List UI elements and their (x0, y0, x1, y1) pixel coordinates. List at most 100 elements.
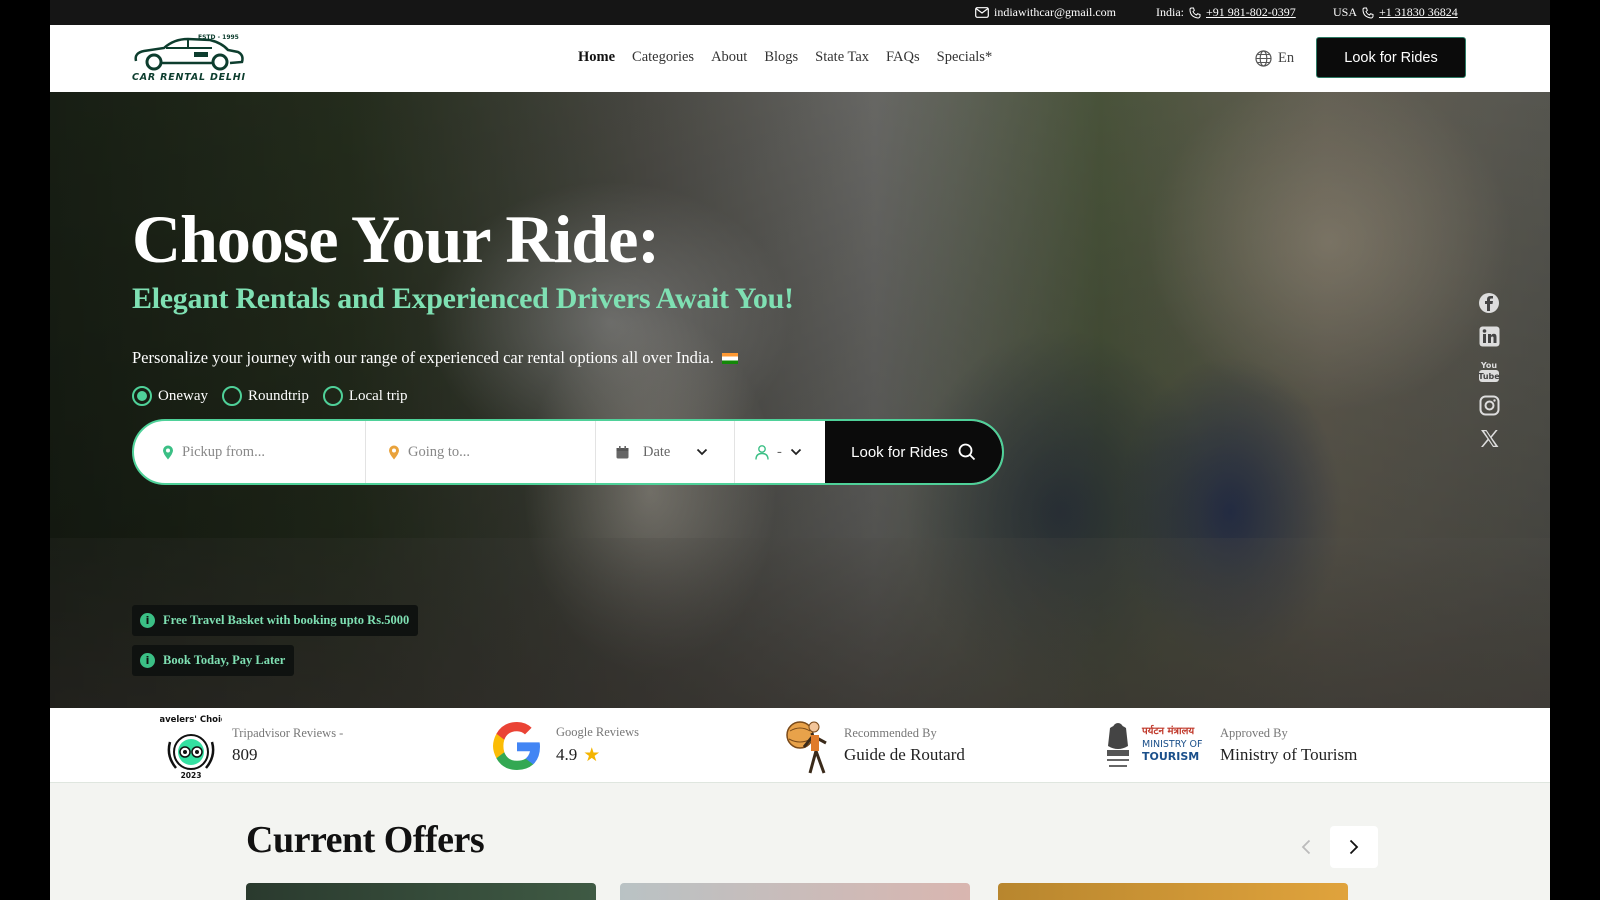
review-label: Recommended By (844, 726, 937, 740)
facebook-icon[interactable] (1478, 292, 1500, 314)
google-review[interactable]: Google Reviews 4.9 ★ (488, 708, 639, 783)
ministry-approval[interactable]: पर्यटन मंत्रालय MINISTRY OF TOURISM Appr… (1102, 708, 1357, 783)
phone-icon (1189, 7, 1201, 19)
trip-roundtrip-option[interactable]: Roundtrip (221, 386, 309, 406)
trip-local-option[interactable]: Local trip (322, 386, 408, 406)
review-label: Approved By (1220, 726, 1288, 740)
tripadvisor-badge-year: 2023 (181, 771, 202, 780)
chevron-right-icon (1349, 839, 1359, 855)
pickup-field[interactable]: Pickup from... (134, 421, 366, 483)
search-icon (958, 443, 975, 461)
date-picker[interactable]: Date (596, 421, 735, 483)
email-contact[interactable]: indiawithcar@gmail.com (975, 5, 1116, 20)
india-phone-link[interactable]: +91 981-802-0397 (1206, 5, 1296, 20)
routard-recommendation[interactable]: Recommended By Guide de Routard (782, 708, 965, 783)
nav-about[interactable]: About (711, 49, 747, 66)
review-value: Ministry of Tourism (1220, 745, 1357, 765)
hero-title: Choose Your Ride: (132, 201, 660, 277)
trip-type-radio-group: Oneway Roundtrip Local trip (132, 386, 408, 406)
svg-text:Tube: Tube (1478, 372, 1500, 381)
trip-oneway-option[interactable]: Oneway (132, 386, 208, 406)
instagram-icon[interactable] (1479, 395, 1500, 416)
emblem-english-line2: TOURISM (1142, 750, 1199, 763)
email-text: indiawithcar@gmail.com (994, 5, 1117, 19)
tripadvisor-review[interactable]: Travelers' Choice 2023 Tripadvisor Revie… (160, 708, 343, 783)
pickup-placeholder: Pickup from... (182, 443, 265, 460)
emblem-hindi-text: पर्यटन मंत्रालय (1141, 724, 1195, 737)
review-label: Google Reviews (556, 724, 639, 739)
x-icon[interactable] (1479, 428, 1500, 449)
nav-menu: Home Categories About Blogs State Tax FA… (578, 49, 992, 66)
hero-description: Personalize your journey with our range … (132, 348, 738, 368)
nav-home[interactable]: Home (578, 49, 615, 66)
india-label: India: (1156, 5, 1184, 19)
review-value: Guide de Routard (844, 745, 965, 765)
nav-blogs[interactable]: Blogs (764, 49, 798, 66)
offers-prev-button[interactable] (1282, 826, 1330, 868)
radio-roundtrip[interactable] (221, 386, 242, 406)
offer-card[interactable] (620, 883, 970, 900)
youtube-icon[interactable]: You Tube (1478, 359, 1500, 383)
ride-search-bar: Pickup from... Going to... Date - Look f… (132, 419, 1004, 485)
language-label: En (1278, 50, 1295, 66)
nav-faqs[interactable]: FAQs (886, 49, 920, 66)
promo-badge-text: Free Travel Basket with booking upto Rs.… (163, 613, 410, 627)
google-review-text: Google Reviews 4.9 ★ (556, 725, 639, 767)
mail-icon (975, 7, 989, 18)
look-for-rides-search-button[interactable]: Look for Rides (825, 421, 1002, 483)
nav-state-tax[interactable]: State Tax (815, 49, 869, 66)
trip-oneway-label: Oneway (158, 387, 208, 404)
radio-oneway[interactable] (132, 386, 152, 406)
hero-subtitle: Elegant Rentals and Experienced Drivers … (132, 282, 794, 315)
guide-de-routard-icon (786, 720, 827, 774)
info-icon: i (140, 653, 155, 668)
routard-name: Guide de Routard (844, 745, 965, 764)
usa-phone-link[interactable]: +1 31830 36824 (1379, 5, 1458, 20)
look-for-rides-nav-button[interactable]: Look for Rides (1316, 37, 1466, 78)
language-selector[interactable]: En (1255, 50, 1294, 67)
emblem-english-line1: MINISTRY OF (1142, 739, 1203, 750)
hero-description-text: Personalize your journey with our range … (132, 348, 714, 367)
trip-roundtrip-label: Roundtrip (247, 387, 309, 404)
location-pin-icon (389, 445, 399, 459)
usa-contact: USA +1 31830 36824 (1333, 5, 1458, 20)
offer-card[interactable] (246, 883, 596, 900)
tripadvisor-review-text: Tripadvisor Reviews - 809 (232, 726, 343, 765)
review-count: 809 (232, 745, 258, 764)
star-icon: ★ (583, 744, 601, 766)
logo-text: CAR RENTAL DELHI (132, 72, 246, 83)
review-value: 4.9 ★ (556, 744, 639, 767)
destination-field[interactable]: Going to... (366, 421, 596, 483)
offers-next-button[interactable] (1330, 826, 1378, 868)
reviews-strip: Travelers' Choice 2023 Tripadvisor Revie… (50, 708, 1550, 783)
logo-estd-text: ESTD - 1995 (198, 34, 239, 41)
tripadvisor-travelers-choice-2023-icon: Travelers' Choice 2023 (160, 715, 222, 780)
ministry-name: Ministry of Tourism (1220, 745, 1358, 764)
main-navbar: ESTD - 1995 CAR RENTAL DELHI Home Catego… (50, 25, 1550, 92)
destination-placeholder: Going to... (408, 443, 471, 460)
search-button-label: Look for Rides (851, 443, 948, 461)
trip-local-label: Local trip (348, 387, 408, 404)
google-icon (493, 721, 540, 770)
location-pin-icon (163, 445, 173, 459)
promo-badge-text: Book Today, Pay Later (163, 653, 286, 667)
passenger-value: - (777, 443, 782, 460)
nav-categories[interactable]: Categories (632, 49, 694, 66)
ministry-text: Approved By Ministry of Tourism (1220, 726, 1357, 765)
social-links: You Tube (1478, 292, 1500, 449)
linkedin-icon[interactable] (1479, 326, 1500, 347)
passenger-selector[interactable]: - (735, 421, 825, 483)
tripadvisor-badge-top-text: Travelers' Choice (160, 715, 222, 725)
date-label: Date (643, 443, 671, 460)
radio-local-trip[interactable] (322, 386, 343, 406)
calendar-icon (616, 445, 629, 458)
promo-badge-pay-later: i Book Today, Pay Later (132, 645, 295, 676)
globe-icon (1255, 50, 1272, 67)
current-offers-title: Current Offers (246, 819, 485, 861)
top-contact-bar: indiawithcar@gmail.com India: +91 981-80… (50, 0, 1550, 25)
promo-badge-travel-basket: i Free Travel Basket with booking upto R… (132, 605, 419, 636)
offer-card[interactable] (998, 883, 1348, 900)
nav-specials[interactable]: Specials* (937, 49, 993, 66)
hero-section: Choose Your Ride: Elegant Rentals and Ex… (50, 92, 1550, 708)
svg-text:You: You (1480, 361, 1498, 370)
